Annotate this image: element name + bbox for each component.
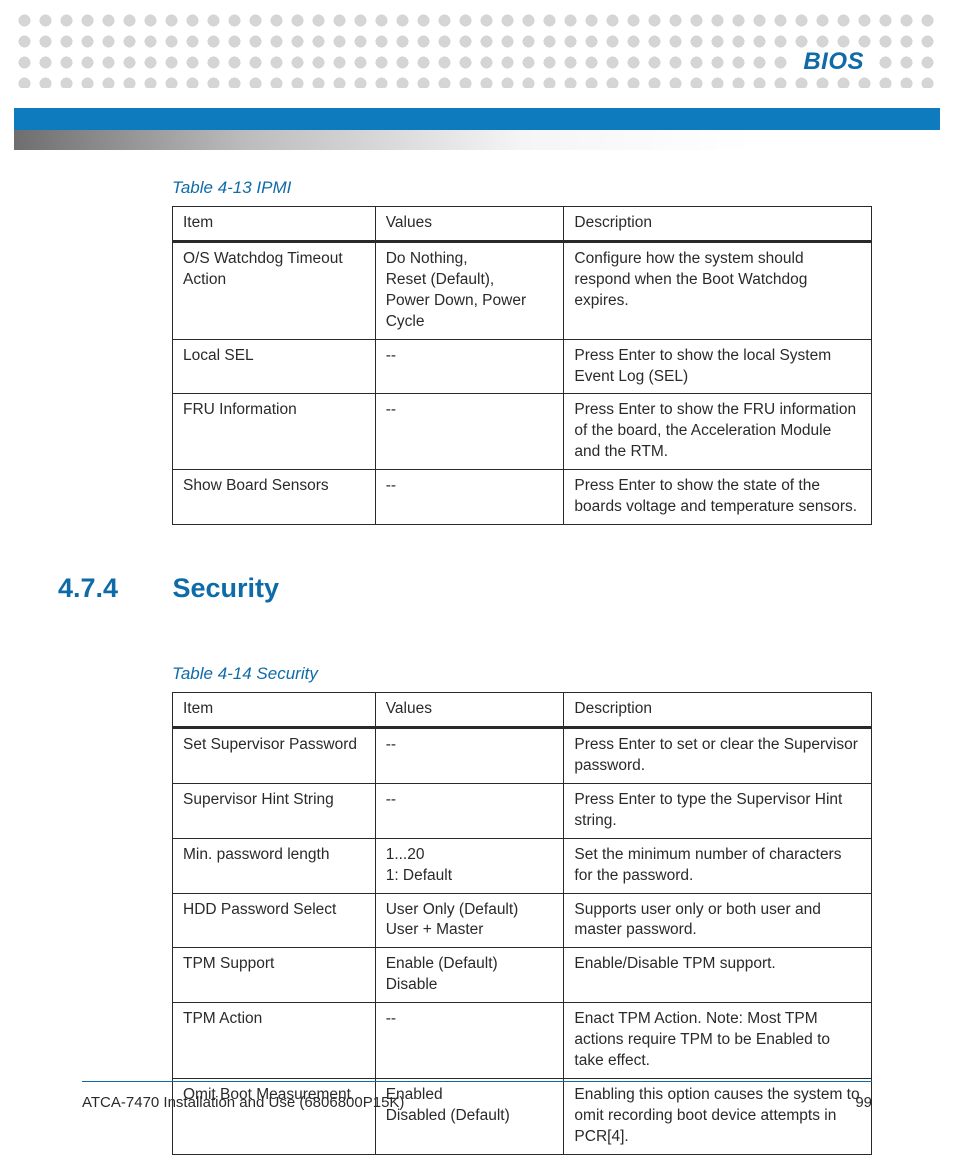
cell-item: FRU Information bbox=[173, 394, 376, 470]
cell-values: -- bbox=[375, 394, 564, 470]
table-row: TPM Support Enable (Default) Disable Ena… bbox=[173, 948, 872, 1003]
footer-doc-title: ATCA-7470 Installation and Use (6806800P… bbox=[82, 1094, 404, 1111]
cell-item: O/S Watchdog Timeout Action bbox=[173, 241, 376, 339]
cell-values: -- bbox=[375, 1003, 564, 1079]
cell-item: TPM Support bbox=[173, 948, 376, 1003]
cell-description: Press Enter to type the Supervisor Hint … bbox=[564, 783, 872, 838]
table-4-13: Item Values Description O/S Watchdog Tim… bbox=[172, 206, 872, 525]
cell-description: Configure how the system should respond … bbox=[564, 241, 872, 339]
table-row: TPM Action -- Enact TPM Action. Note: Mo… bbox=[173, 1003, 872, 1079]
page-footer: ATCA-7470 Installation and Use (6806800P… bbox=[82, 1081, 872, 1111]
chapter-title: BIOS bbox=[793, 48, 874, 76]
table-row: O/S Watchdog Timeout Action Do Nothing, … bbox=[173, 241, 872, 339]
col-header-values: Values bbox=[375, 207, 564, 242]
cell-item: HDD Password Select bbox=[173, 893, 376, 948]
cell-description: Enact TPM Action. Note: Most TPM actions… bbox=[564, 1003, 872, 1079]
cell-values: User Only (Default) User + Master bbox=[375, 893, 564, 948]
table-row: Local SEL -- Press Enter to show the loc… bbox=[173, 339, 872, 394]
header-blue-bar bbox=[14, 108, 940, 130]
cell-values: Do Nothing, Reset (Default), Power Down,… bbox=[375, 241, 564, 339]
col-header-description: Description bbox=[564, 207, 872, 242]
cell-values: -- bbox=[375, 470, 564, 525]
cell-description: Enable/Disable TPM support. bbox=[564, 948, 872, 1003]
table-4-14-caption: Table 4-14 Security bbox=[172, 664, 872, 684]
cell-description: Set the minimum number of characters for… bbox=[564, 838, 872, 893]
table-header-row: Item Values Description bbox=[173, 207, 872, 242]
header-gray-gradient bbox=[14, 130, 940, 150]
cell-item: Set Supervisor Password bbox=[173, 727, 376, 783]
table-header-row: Item Values Description bbox=[173, 693, 872, 728]
table-row: Set Supervisor Password -- Press Enter t… bbox=[173, 727, 872, 783]
table-4-13-caption: Table 4-13 IPMI bbox=[172, 178, 872, 198]
table-row: HDD Password Select User Only (Default) … bbox=[173, 893, 872, 948]
section-heading: 4.7.4 Security bbox=[58, 573, 872, 604]
footer-page-number: 99 bbox=[855, 1094, 872, 1111]
cell-item: Supervisor Hint String bbox=[173, 783, 376, 838]
table-row: Min. password length 1...20 1: Default S… bbox=[173, 838, 872, 893]
cell-values: -- bbox=[375, 727, 564, 783]
cell-description: Supports user only or both user and mast… bbox=[564, 893, 872, 948]
section-title: Security bbox=[172, 573, 279, 604]
table-row: FRU Information -- Press Enter to show t… bbox=[173, 394, 872, 470]
cell-description: Press Enter to show the FRU information … bbox=[564, 394, 872, 470]
col-header-item: Item bbox=[173, 207, 376, 242]
cell-values: -- bbox=[375, 783, 564, 838]
cell-item: Show Board Sensors bbox=[173, 470, 376, 525]
cell-item: TPM Action bbox=[173, 1003, 376, 1079]
cell-values: 1...20 1: Default bbox=[375, 838, 564, 893]
col-header-description: Description bbox=[564, 693, 872, 728]
cell-description: Press Enter to show the state of the boa… bbox=[564, 470, 872, 525]
table-row: Show Board Sensors -- Press Enter to sho… bbox=[173, 470, 872, 525]
cell-values: Enable (Default) Disable bbox=[375, 948, 564, 1003]
cell-values: -- bbox=[375, 339, 564, 394]
col-header-values: Values bbox=[375, 693, 564, 728]
table-row: Supervisor Hint String -- Press Enter to… bbox=[173, 783, 872, 838]
cell-item: Min. password length bbox=[173, 838, 376, 893]
cell-description: Press Enter to set or clear the Supervis… bbox=[564, 727, 872, 783]
section-number: 4.7.4 bbox=[58, 573, 168, 604]
cell-item: Local SEL bbox=[173, 339, 376, 394]
cell-description: Press Enter to show the local System Eve… bbox=[564, 339, 872, 394]
col-header-item: Item bbox=[173, 693, 376, 728]
